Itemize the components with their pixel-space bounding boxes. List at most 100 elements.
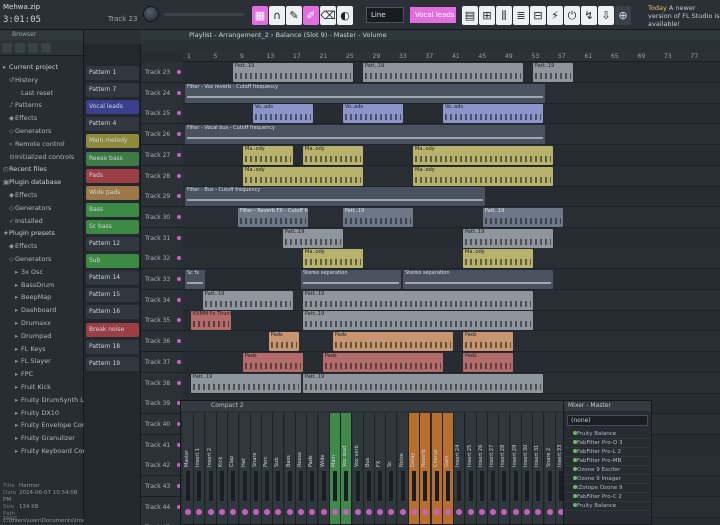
track-enable-led[interactable] bbox=[177, 380, 181, 385]
pattern-clip[interactable]: Ma..ody bbox=[303, 145, 363, 165]
track-header[interactable]: Track 25 bbox=[141, 103, 183, 125]
route-button[interactable] bbox=[478, 509, 485, 515]
track-enable-led[interactable] bbox=[177, 173, 181, 178]
effect-slot[interactable]: FabFilter Pro-C 2 bbox=[564, 493, 651, 502]
track-lane[interactable]: Pads Pads Pads bbox=[183, 331, 720, 353]
browser-item[interactable]: ▸ FL Slayer bbox=[0, 356, 84, 366]
mixer-track[interactable]: Hat bbox=[239, 413, 251, 524]
track-header[interactable]: Track 36 bbox=[141, 331, 183, 353]
pattern-clip[interactable]: Ma..ody bbox=[463, 249, 533, 269]
route-button[interactable] bbox=[546, 509, 553, 515]
track-header[interactable]: Track 27 bbox=[141, 144, 183, 166]
mixer-track[interactable]: Noise bbox=[397, 413, 409, 524]
mixer-track[interactable]: Snare bbox=[250, 413, 262, 524]
pattern-item[interactable]: Pattern 4 bbox=[86, 117, 139, 132]
pattern-item[interactable]: Break noise bbox=[86, 322, 139, 337]
pattern-item[interactable]: Pattern 16 bbox=[86, 305, 139, 320]
mixer-track[interactable]: Pads bbox=[307, 413, 319, 524]
track-enable-led[interactable] bbox=[177, 152, 181, 157]
main-volume-knob[interactable] bbox=[143, 6, 159, 22]
track-header[interactable]: Track 32 bbox=[141, 248, 183, 270]
mixer-track[interactable]: Kick bbox=[216, 413, 228, 524]
pattern-clip[interactable]: Ma..ody bbox=[413, 166, 553, 186]
download-icon[interactable]: ⇩ bbox=[598, 6, 614, 25]
pattern-clip[interactable]: Patt..19 bbox=[283, 228, 343, 248]
route-button[interactable] bbox=[343, 509, 350, 515]
browser-item[interactable]: ✓Installed bbox=[0, 216, 84, 226]
track-lane[interactable]: Pads Pads Pads bbox=[183, 352, 720, 373]
playlist-icon[interactable]: ▤ bbox=[462, 6, 478, 25]
track-lane[interactable]: Patt..19 Patt..19 bbox=[183, 289, 720, 311]
mixer-track[interactable]: Insert 28 bbox=[499, 413, 511, 524]
track-lane[interactable]: Ma..ody Ma..ody Ma..ody bbox=[183, 145, 720, 166]
route-button[interactable] bbox=[275, 509, 282, 515]
pattern-item[interactable]: Vocal leads bbox=[86, 100, 139, 115]
route-button[interactable] bbox=[309, 509, 316, 515]
route-button[interactable] bbox=[320, 509, 327, 515]
route-button[interactable] bbox=[185, 509, 191, 515]
track-lane[interactable]: Ma..ody Ma..ody bbox=[183, 165, 720, 187]
browser-item[interactable]: ▸ BeepMap bbox=[0, 292, 84, 302]
track-header[interactable]: Track 31 bbox=[141, 227, 183, 249]
track-header[interactable]: Track 23 bbox=[141, 62, 183, 83]
pattern-item[interactable]: Sc bass bbox=[86, 219, 139, 234]
browser-item[interactable]: ▸Fruity DrumSynth Live bbox=[0, 395, 84, 405]
track-lane[interactable]: Patt..19 Patt..19 bbox=[183, 228, 720, 249]
automation-clip[interactable]: Stereo separation bbox=[403, 270, 553, 289]
pattern-clip[interactable]: Pads bbox=[463, 332, 513, 352]
pattern-item[interactable]: Pattern 7 bbox=[86, 83, 139, 98]
track-enable-led[interactable] bbox=[177, 256, 181, 261]
mixer-track[interactable]: Insert 29 bbox=[510, 413, 522, 524]
mixer-track[interactable]: Sc bbox=[386, 413, 398, 524]
mixer-track[interactable]: Insert 2 bbox=[205, 413, 217, 524]
track-enable-led[interactable] bbox=[177, 339, 181, 344]
delete-icon[interactable]: ⌫ bbox=[320, 6, 336, 25]
pattern-clip[interactable]: Vo..ads bbox=[343, 104, 403, 124]
mute-icon[interactable]: ◐ bbox=[337, 6, 353, 25]
route-button[interactable] bbox=[331, 509, 338, 515]
pattern-item[interactable]: Main melody bbox=[86, 134, 139, 149]
route-button[interactable] bbox=[467, 509, 474, 515]
plugin-icon[interactable]: ⚡ bbox=[547, 6, 563, 25]
mixer-track[interactable]: Delay bbox=[409, 413, 420, 524]
mixer-track[interactable]: Vox verb bbox=[352, 413, 364, 524]
track-lane[interactable]: Sc fx Stereo separation Stereo separation bbox=[183, 269, 720, 290]
track-enable-led[interactable] bbox=[177, 277, 181, 281]
track-enable-led[interactable] bbox=[177, 318, 181, 323]
mixer-track[interactable]: Vox lead bbox=[341, 413, 353, 524]
pattern-clip[interactable]: KSMM Fx Thunder bbox=[191, 311, 231, 331]
browser-item[interactable]: ▸ Fruity DX10 bbox=[0, 408, 84, 418]
browser-item[interactable]: ◆Effects bbox=[0, 113, 84, 123]
pattern-clip[interactable]: Vo..ads bbox=[443, 104, 543, 124]
effect-slot[interactable]: Fruity Balance bbox=[564, 430, 651, 439]
mixer-track[interactable]: Insert 24 bbox=[454, 413, 466, 524]
pattern-item[interactable]: Pattern 12 bbox=[86, 237, 139, 251]
mixer-track[interactable]: Clap bbox=[228, 413, 240, 524]
pattern-clip[interactable]: Filter - Reverb FX - Cutoff frequency bbox=[238, 207, 308, 227]
track-header[interactable]: Track 35 bbox=[141, 310, 183, 332]
route-button[interactable] bbox=[444, 509, 451, 515]
mixer-track[interactable]: Chorus bbox=[431, 413, 443, 524]
browser-item[interactable]: ◴Recent files bbox=[0, 164, 84, 174]
pattern-clip[interactable]: Ma..ody bbox=[243, 166, 363, 186]
route-button[interactable] bbox=[298, 509, 304, 515]
pattern-clip[interactable]: Vo..ads bbox=[253, 104, 313, 124]
browser-item[interactable]: ↺History bbox=[0, 75, 84, 85]
browser-item[interactable]: ▸ 3x Osc bbox=[0, 267, 84, 277]
master-pitch-slider[interactable] bbox=[164, 13, 244, 16]
mixer-track[interactable]: Master bbox=[183, 413, 194, 524]
browser-item[interactable]: ▸ Current project bbox=[0, 62, 84, 72]
pattern-clip[interactable]: Patt..19 bbox=[343, 207, 413, 227]
track-enable-led[interactable] bbox=[177, 90, 181, 95]
route-button[interactable] bbox=[512, 509, 519, 515]
effect-slot[interactable]: FabFilter Pro-MB bbox=[564, 457, 651, 466]
track-header[interactable]: Track 30 bbox=[141, 206, 183, 228]
automation-clip[interactable]: Stereo separation bbox=[301, 270, 401, 289]
track-header[interactable]: Track 41 bbox=[141, 434, 183, 456]
track-lane[interactable]: Vo..ads Vo..ads Vo..ads bbox=[183, 103, 720, 125]
search-icon[interactable] bbox=[41, 43, 51, 53]
track-enable-led[interactable] bbox=[177, 70, 181, 74]
pattern-clip[interactable]: Ma..ody bbox=[303, 249, 363, 269]
effect-slot[interactable]: iZotope Ozone 9 bbox=[564, 484, 651, 493]
track-enable-led[interactable] bbox=[177, 235, 181, 240]
